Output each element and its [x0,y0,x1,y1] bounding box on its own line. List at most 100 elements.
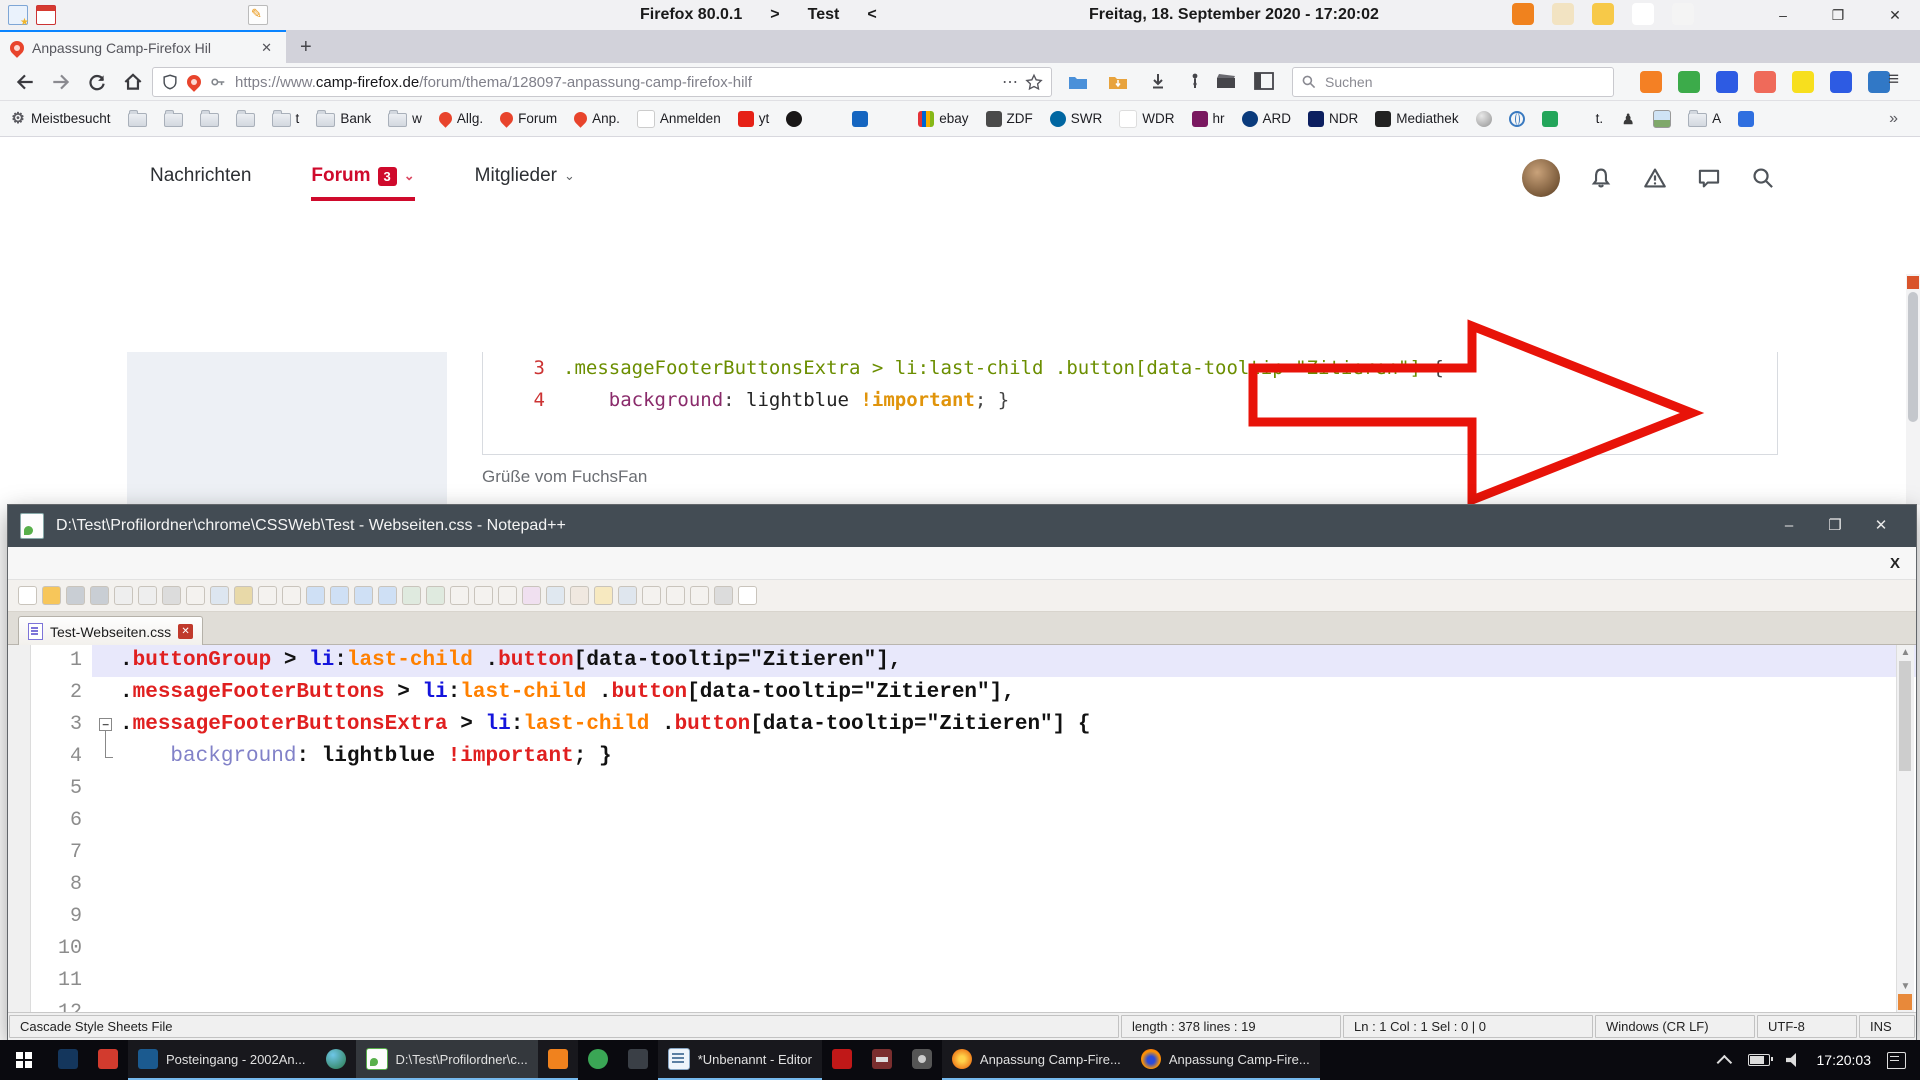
bookmark-item[interactable]: Mediathek [1375,111,1458,127]
bookmark-item[interactable]: Meistbesucht [10,111,111,127]
ext-orange[interactable] [1640,71,1662,93]
fold-marker[interactable] [92,709,120,741]
taskbar-item[interactable]: D:\Test\Profilordner\c... [356,1040,538,1080]
cut[interactable] [186,586,205,605]
code-line[interactable]: 6 [8,805,1916,837]
bookmark-item[interactable]: ARD [1242,111,1292,127]
bookmark-item[interactable] [885,111,901,127]
npp-restore-button[interactable]: ❐ [1812,505,1858,547]
bookmark-item[interactable] [1542,111,1558,127]
bookmark-star-icon[interactable] [1025,73,1043,91]
nav-mitglieder[interactable]: Mitglieder ⌄ [475,165,575,201]
close-all[interactable] [138,586,157,605]
ext-v-blue-2[interactable] [1830,71,1852,93]
forum-search-icon[interactable] [1750,165,1776,191]
volume-icon[interactable] [1786,1053,1801,1067]
save[interactable] [66,586,85,605]
redo[interactable] [282,586,301,605]
bookmark-item[interactable] [1620,111,1636,127]
code-line[interactable]: 1.buttonGroup > li:last-child .button[da… [8,645,1916,677]
downloads-folder-icon[interactable] [1108,73,1128,91]
taskbar-item[interactable] [316,1040,356,1080]
bookmark-item[interactable]: A [1688,110,1721,127]
code-line[interactable]: 5 [8,773,1916,805]
code-line[interactable]: 7 [8,837,1916,869]
function-list[interactable] [570,586,589,605]
npp-tab-active[interactable]: Test-Webseiten.css ✕ [18,616,203,646]
ext-css-yellow[interactable] [1792,71,1814,93]
user-language[interactable] [522,586,541,605]
reload-addon-icon[interactable] [1512,3,1534,25]
notepadpp-editor[interactable]: 1.buttonGroup > li:last-child .button[da… [8,645,1916,1012]
forward-icon[interactable] [50,71,72,93]
show-all-chars[interactable] [474,586,493,605]
pin-tool-icon[interactable] [1186,71,1204,91]
download-icon[interactable] [1148,71,1168,91]
sync-scroll-h[interactable] [426,586,445,605]
window-restore-button[interactable]: ❐ [1815,0,1861,30]
taskbar-item[interactable] [578,1040,618,1080]
spell-check[interactable] [738,586,757,605]
npp-doc-close-x[interactable]: X [1890,555,1900,572]
tray-clock[interactable]: 17:20:03 [1817,1052,1872,1068]
doc-switcher[interactable] [546,586,565,605]
sync-scroll-v[interactable] [402,586,421,605]
scroll-up-icon[interactable]: ▲ [1897,647,1914,658]
bookmark-item[interactable]: Anmelden [637,110,721,128]
notepadpp-titlebar[interactable]: D:\Test\Profilordner\chrome\CSSWeb\Test … [8,505,1916,547]
nav-nachrichten[interactable]: Nachrichten [150,165,251,201]
folder-workspace[interactable] [594,586,613,605]
bookmarks-overflow-icon[interactable]: » [1889,110,1910,128]
code-line[interactable]: 9 [8,901,1916,933]
bookmark-item[interactable]: hr [1192,111,1225,127]
notes-icon[interactable] [248,5,268,25]
browser-tab-active[interactable]: Anpassung Camp-Firefox Hil ✕ [0,30,286,63]
user-avatar[interactable] [1522,159,1560,197]
search-bar[interactable]: Suchen [1292,67,1614,97]
code-line[interactable]: 4 background: lightblue !important; } [483,384,1777,416]
action-center-icon[interactable] [1887,1052,1906,1069]
npp-minimize-button[interactable]: – [1766,505,1812,547]
bookmark-item[interactable] [200,110,219,127]
bookmark-item[interactable] [236,110,255,127]
npp-scrollbar-thumb[interactable] [1899,661,1911,771]
notes-addon-icon[interactable] [1672,3,1694,25]
code-line[interactable]: 3.messageFooterButtonsExtra > li:last-ch… [8,709,1916,741]
taskbar-item[interactable]: Posteingang - 2002An... [128,1040,316,1080]
window-minimize-button[interactable]: – [1760,0,1806,30]
play-macro[interactable] [690,586,709,605]
status-ins-mode[interactable]: INS [1859,1015,1915,1038]
new-tab-button[interactable]: + [286,36,326,63]
bookmark-item[interactable] [1509,111,1525,127]
print[interactable] [162,586,181,605]
taskbar-item[interactable] [902,1040,942,1080]
bookmark-item[interactable] [1653,110,1671,128]
page-scrollbar[interactable] [1906,274,1920,505]
taskbar-item[interactable]: *Unbenannt - Editor [658,1040,822,1080]
zoom-in[interactable] [354,586,373,605]
bookmark-item[interactable]: t [272,110,300,127]
bookmark-item[interactable] [164,110,183,127]
word-wrap[interactable] [450,586,469,605]
taskbar-item[interactable] [48,1040,88,1080]
taskbar-item[interactable] [618,1040,658,1080]
code-line[interactable]: 3.messageFooterButtonsExtra > li:last-ch… [483,352,1777,384]
forum-code-block[interactable]: 3.messageFooterButtonsExtra > li:last-ch… [482,352,1778,455]
status-encoding[interactable]: UTF-8 [1757,1015,1857,1038]
library-icon[interactable] [1068,73,1088,91]
start-button[interactable] [0,1040,48,1080]
record-macro[interactable] [642,586,661,605]
bookmark-item[interactable]: Bank [316,110,371,127]
ext-v-blue[interactable] [1716,71,1738,93]
back-icon[interactable] [14,71,36,93]
open-folder[interactable] [42,586,61,605]
nav-forum[interactable]: Forum 3 ⌄ [311,165,414,201]
bookmark-item[interactable] [819,111,835,127]
taskbar-item[interactable] [822,1040,862,1080]
home-icon[interactable] [122,71,144,93]
battery-icon[interactable] [1748,1054,1770,1066]
bookmark-item[interactable]: Anp. [574,111,620,126]
bookmark-item[interactable]: Allg. [439,111,483,126]
scrollbar-thumb[interactable] [1908,292,1918,422]
taskbar-item[interactable]: Anpassung Camp-Fire... [942,1040,1131,1080]
